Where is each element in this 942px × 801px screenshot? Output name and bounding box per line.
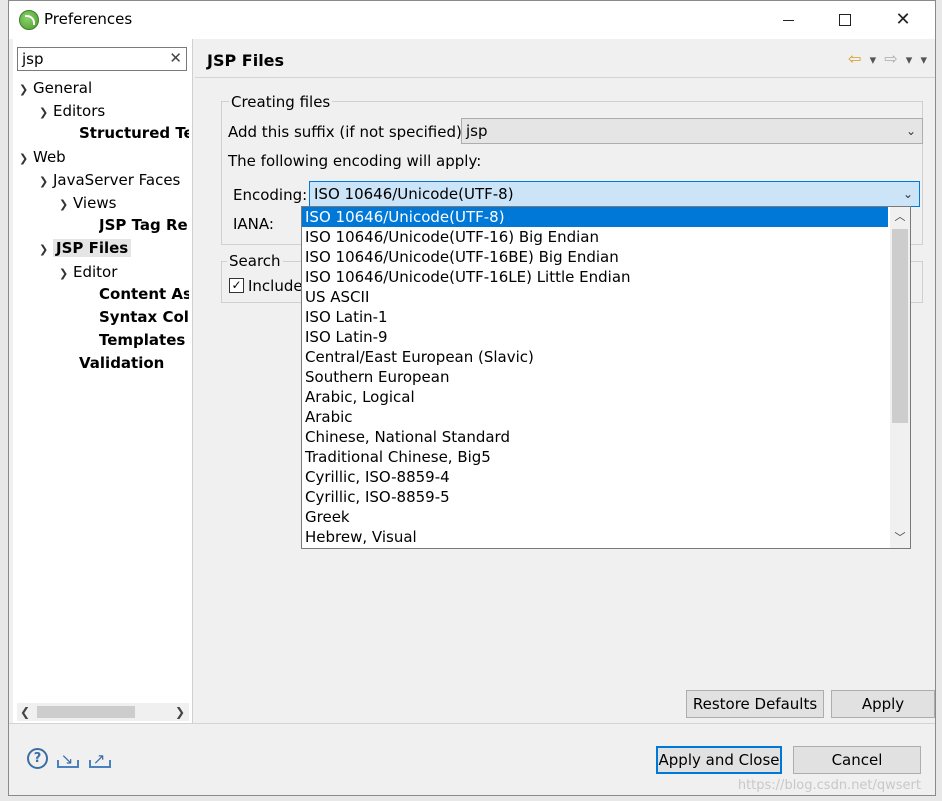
scroll-right-icon[interactable]: ❯: [175, 703, 185, 721]
tree-item-editors[interactable]: ❯ Editors: [39, 101, 105, 122]
encoding-option[interactable]: US ASCII: [302, 287, 888, 307]
tree-item-web[interactable]: ❯ Web: [19, 147, 66, 168]
encoding-option[interactable]: ISO 10646/Unicode(UTF-16) Big Endian: [302, 227, 888, 247]
maximize-button[interactable]: [824, 7, 864, 33]
chevron-down-icon[interactable]: ❯: [19, 79, 33, 100]
tree-item-general[interactable]: ❯ General: [19, 78, 92, 99]
encoding-option[interactable]: ISO Latin-1: [302, 307, 888, 327]
tree-item-editor[interactable]: ❯ Editor: [59, 262, 117, 283]
chevron-down-icon[interactable]: ❯: [39, 171, 53, 192]
encoding-option[interactable]: Cyrillic, ISO-8859-4: [302, 467, 888, 487]
chevron-down-icon[interactable]: ⌄: [906, 119, 916, 143]
encoding-option[interactable]: ISO Latin-9: [302, 327, 888, 347]
restore-defaults-button[interactable]: Restore Defaults: [686, 690, 824, 718]
encoding-option[interactable]: Hebrew, Visual: [302, 527, 888, 547]
scroll-down-icon[interactable]: ﹀: [890, 529, 910, 547]
encoding-option[interactable]: Central/East European (Slavic): [302, 347, 888, 367]
watermark: https://blog.csdn.net/qwsert: [737, 778, 921, 793]
tree-item-javaserver-faces[interactable]: ❯ JavaServer Faces: [39, 170, 180, 191]
encoding-option[interactable]: Cyrillic, ISO-8859-5: [302, 487, 888, 507]
chevron-down-icon[interactable]: ⌄: [903, 182, 913, 206]
tree-horizontal-scrollbar[interactable]: ❮ ❯: [17, 703, 189, 721]
encoding-dropdown-list[interactable]: ISO 10646/Unicode(UTF-8) ISO 10646/Unicod…: [301, 206, 911, 549]
tree-item-syntax-coloring[interactable]: Syntax Col: [99, 307, 189, 328]
forward-arrow-icon[interactable]: ⇨: [884, 49, 897, 68]
tree-item-jsp-files[interactable]: ❯ JSP Files: [39, 238, 132, 260]
preference-tree-pane: jsp ✕ ❯ General ❯ Editors Structured Te ❯ W…: [13, 39, 193, 723]
encoding-options: ISO 10646/Unicode(UTF-8) ISO 10646/Unicod…: [302, 207, 910, 547]
encoding-option[interactable]: Chinese, National Standard: [302, 427, 888, 447]
filter-value[interactable]: jsp: [22, 50, 44, 68]
cancel-button[interactable]: Cancel: [793, 746, 921, 774]
encoding-option[interactable]: Greek: [302, 507, 888, 527]
window-title: Preferences: [44, 10, 133, 28]
search-group-label: Search: [227, 252, 283, 270]
dropdown-vertical-scrollbar[interactable]: ︿ ﹀: [890, 207, 910, 548]
encoding-option[interactable]: Arabic: [302, 407, 888, 427]
chevron-down-icon[interactable]: ❯: [39, 239, 53, 260]
apply-and-close-button[interactable]: Apply and Close: [656, 746, 782, 774]
filter-input[interactable]: jsp ✕: [17, 47, 187, 71]
clear-filter-icon[interactable]: ✕: [169, 49, 182, 67]
tree-item-structured-text[interactable]: Structured Te: [79, 123, 189, 144]
iana-label: IANA:: [233, 215, 274, 233]
minimize-button[interactable]: [769, 7, 809, 33]
encoding-value: ISO 10646/Unicode(UTF-8): [314, 185, 514, 203]
apply-button[interactable]: Apply: [831, 690, 935, 718]
encoding-option[interactable]: ISO 10646/Unicode(UTF-16BE) Big Endian: [302, 247, 888, 267]
tree-item-validation[interactable]: Validation: [79, 353, 164, 374]
encoding-combo[interactable]: ISO 10646/Unicode(UTF-8) ⌄: [309, 181, 920, 207]
tree-item-templates[interactable]: Templates: [99, 330, 185, 351]
help-icon[interactable]: ?: [27, 748, 48, 769]
chevron-down-icon[interactable]: ❯: [59, 194, 73, 215]
chevron-down-icon[interactable]: ❯: [59, 263, 73, 284]
title-divider: [195, 77, 935, 78]
encoding-option[interactable]: Arabic, Logical: [302, 387, 888, 407]
view-menu-chevron-icon[interactable]: ▾: [920, 53, 927, 68]
encoding-note: The following encoding will apply:: [228, 152, 482, 170]
back-menu-chevron-icon[interactable]: ▾: [870, 53, 877, 68]
encoding-option[interactable]: ISO 10646/Unicode(UTF-16LE) Little Endia…: [302, 267, 888, 287]
history-nav: ⇦ ▾ ⇨ ▾ ▾: [844, 49, 927, 68]
tree-item-content-assist[interactable]: Content As: [99, 284, 189, 305]
spring-app-icon: [19, 10, 39, 30]
encoding-option[interactable]: ISO 10646/Unicode(UTF-8): [302, 207, 888, 227]
encoding-option[interactable]: Southern European: [302, 367, 888, 387]
close-button[interactable]: ✕: [883, 7, 923, 33]
creating-files-label: Creating files: [229, 93, 333, 111]
title-bar: Preferences ✕: [9, 1, 935, 39]
chevron-down-icon[interactable]: ❯: [39, 102, 53, 123]
encoding-label: Encoding:: [233, 186, 308, 204]
scroll-left-icon[interactable]: ❮: [20, 703, 30, 721]
tree-item-jsp-tag-registry[interactable]: JSP Tag Re: [99, 215, 189, 236]
forward-menu-chevron-icon[interactable]: ▾: [906, 53, 913, 68]
suffix-value: jsp: [466, 122, 488, 140]
encoding-option[interactable]: Traditional Chinese, Big5: [302, 447, 888, 467]
scroll-up-icon[interactable]: ︿: [890, 208, 910, 226]
import-icon[interactable]: ↘: [56, 749, 79, 769]
suffix-combo[interactable]: jsp ⌄: [461, 118, 923, 144]
button-bar-divider: [9, 723, 935, 724]
suffix-label: Add this suffix (if not specified):: [228, 123, 467, 141]
scroll-thumb[interactable]: [892, 229, 908, 423]
tree-item-views[interactable]: ❯ Views: [59, 193, 116, 214]
back-arrow-icon[interactable]: ⇦: [848, 49, 861, 68]
chevron-down-icon[interactable]: ❯: [19, 148, 33, 169]
page-title: JSP Files: [207, 51, 285, 70]
export-icon[interactable]: ↗: [88, 749, 111, 769]
include-checkbox[interactable]: ✓: [229, 278, 244, 293]
scroll-thumb[interactable]: [37, 706, 135, 718]
